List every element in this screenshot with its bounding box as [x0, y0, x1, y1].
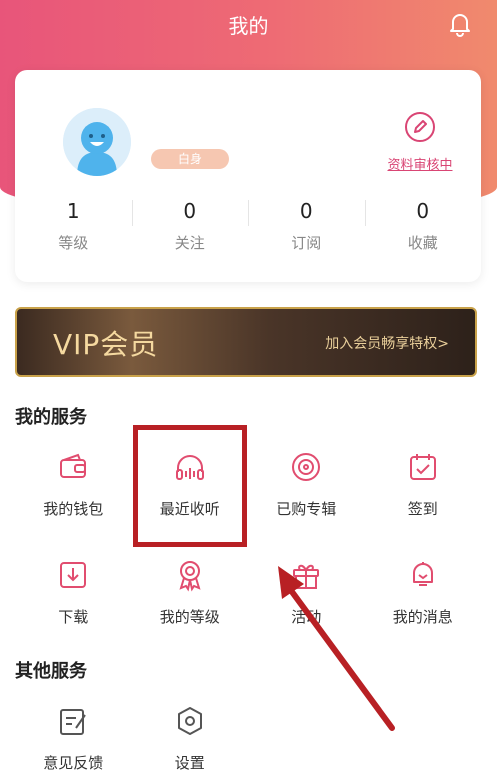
vip-title: VIP会员 — [53, 328, 159, 361]
stat-level[interactable]: 1 等级 — [15, 198, 132, 258]
service-recent[interactable]: 最近收听 — [132, 436, 249, 544]
stat-label: 关注 — [174, 234, 205, 252]
rank-badge: 白身 — [151, 149, 229, 169]
stat-label: 订阅 — [291, 234, 322, 252]
service-messages[interactable]: 我的消息 — [365, 544, 482, 652]
edit-profile-label: 资料审核中 — [387, 158, 453, 173]
service-label: 活动 — [291, 608, 322, 626]
stat-value: 1 — [66, 199, 80, 223]
stat-label: 收藏 — [407, 234, 438, 252]
settings-icon — [177, 707, 202, 735]
other-services-grid: 意见反馈 设置 — [15, 690, 481, 772]
service-purchased-albums[interactable]: 已购专辑 — [248, 436, 365, 544]
stat-value: 0 — [299, 199, 313, 223]
stats-row: 1 等级 0 关注 0 订阅 0 收藏 — [15, 198, 481, 258]
notification-bell-icon[interactable] — [446, 10, 474, 38]
service-label: 设置 — [174, 754, 205, 772]
feedback-icon — [60, 709, 87, 735]
download-icon — [60, 562, 87, 588]
headphones-icon — [175, 455, 204, 480]
service-label: 意见反馈 — [43, 754, 104, 772]
stat-following[interactable]: 0 关注 — [131, 198, 249, 258]
vip-join-link[interactable]: 加入会员畅享特权> — [325, 333, 449, 353]
stat-subscriptions[interactable]: 0 订阅 — [248, 198, 365, 258]
service-download[interactable]: 下载 — [15, 544, 132, 652]
service-label: 我的等级 — [159, 608, 220, 626]
message-bell-icon — [412, 562, 433, 586]
service-label: 我的消息 — [392, 608, 453, 626]
stat-value: 0 — [416, 199, 430, 223]
service-label: 下载 — [58, 608, 89, 626]
my-services-title: 我的服务 — [15, 407, 87, 428]
medal-icon — [179, 561, 201, 592]
stat-value: 0 — [183, 199, 197, 223]
stat-favorites[interactable]: 0 收藏 — [364, 198, 482, 258]
service-label: 签到 — [407, 500, 438, 518]
service-feedback[interactable]: 意见反馈 — [15, 690, 132, 772]
wallet-icon — [60, 453, 87, 478]
service-label: 我的钱包 — [43, 500, 104, 518]
gift-icon — [293, 564, 320, 589]
avatar[interactable] — [63, 108, 131, 176]
service-label: 已购专辑 — [276, 500, 337, 518]
service-settings[interactable]: 设置 — [132, 690, 249, 772]
edit-pencil-icon — [405, 112, 435, 142]
vip-banner[interactable]: VIP会员 加入会员畅享特权> — [15, 307, 477, 377]
service-wallet[interactable]: 我的钱包 — [15, 436, 132, 544]
calendar-check-icon — [409, 454, 436, 480]
other-services-title: 其他服务 — [15, 661, 87, 682]
service-activity[interactable]: 活动 — [248, 544, 365, 652]
stat-label: 等级 — [58, 234, 89, 252]
profile-card: 白身 资料审核中 1 等级 0 关注 0 订阅 0 收藏 — [15, 70, 481, 282]
edit-profile-button[interactable]: 资料审核中 — [375, 110, 465, 173]
service-checkin[interactable]: 签到 — [365, 436, 482, 544]
album-icon — [292, 453, 321, 481]
service-label: 最近收听 — [159, 500, 220, 518]
service-my-level[interactable]: 我的等级 — [132, 544, 249, 652]
my-services-grid: 我的钱包 最近收听 已购专辑 签到 下载 我的等级 活动 我的消息 — [15, 436, 481, 652]
page-title: 我的 — [228, 14, 269, 38]
